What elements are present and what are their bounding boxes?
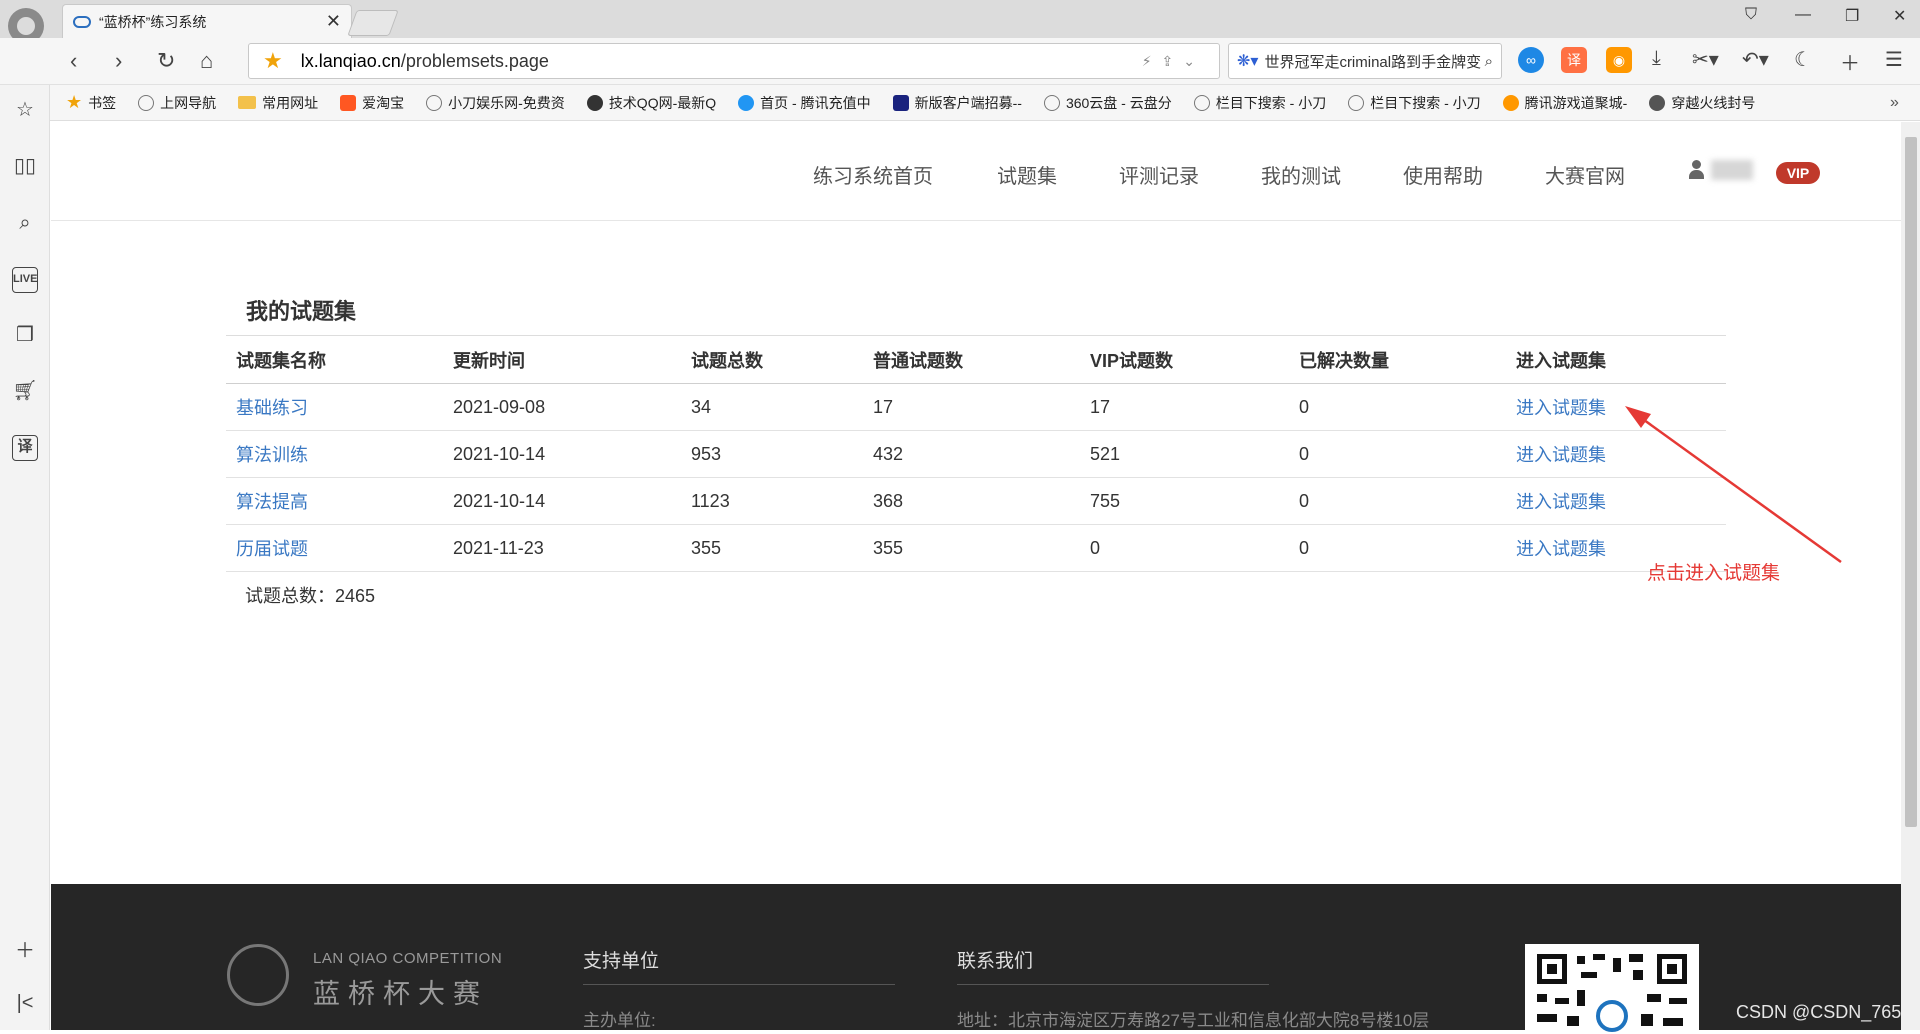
forward-icon[interactable]: › — [115, 48, 122, 74]
sidebar-translate-icon[interactable]: 译 — [12, 435, 38, 461]
tab-close-icon[interactable]: ✕ — [326, 11, 341, 32]
search-text[interactable]: 世界冠军走criminal路到手金牌变 — [1264, 51, 1484, 72]
bookmarks-bar: ★ 书签 上网导航 常用网址 爱淘宝 小刀娱乐网-免费资 技术QQ网-最新Q 首页… — [0, 85, 1920, 121]
globe-icon — [1348, 94, 1365, 111]
page-content: 练习系统首页 试题集 评测记录 我的测试 使用帮助 大赛官网 VIP 我的试题集… — [51, 122, 1902, 1034]
game-cards-icon[interactable]: ❒ — [12, 322, 38, 348]
globe-icon — [1043, 94, 1060, 111]
bookmarks-star-icon: ★ — [66, 92, 83, 112]
bookmark-item[interactable]: 栏目下搜索 - 小刀 — [1193, 93, 1326, 113]
sidebar-collapse-icon[interactable]: |< — [12, 990, 38, 1016]
csdn-watermark: CSDN @CSDN_765 — [1736, 1002, 1902, 1022]
bookmark-item[interactable]: 首页 - 腾讯充值中 — [738, 93, 871, 113]
sidebar-add-icon[interactable]: ＋ — [12, 938, 38, 964]
globe-icon — [426, 94, 443, 111]
search-icon[interactable]: ⌕ — [1485, 53, 1493, 70]
annotation-label: 点击进入试题集 — [1647, 563, 1781, 584]
screenshot-scissors-icon[interactable]: ✂▾ — [1692, 47, 1719, 72]
back-icon[interactable]: ‹ — [70, 48, 77, 74]
scrollbar-thumb[interactable] — [1905, 137, 1917, 827]
bookmark-item[interactable]: 常用网址 — [238, 93, 318, 113]
favorites-star-icon[interactable]: ☆ — [12, 97, 38, 123]
lanqiao-logo-icon — [227, 944, 289, 1006]
footer-divider — [583, 984, 895, 985]
bookmark-item[interactable]: 爱淘宝 — [340, 93, 404, 113]
search-box[interactable]: ❋▾ 世界冠军走criminal路到手金牌变 ⌕ — [1228, 43, 1502, 79]
daojucheng-icon — [1502, 94, 1519, 111]
bookmarks-more-icon[interactable]: » — [1890, 94, 1899, 112]
bookmark-item[interactable]: 栏目下搜索 - 小刀 — [1348, 93, 1481, 113]
footer-support-text: 主办单位: — [583, 1011, 656, 1030]
browser-sidebar: ☆ ▯▯ ⌕ LIVE ❒ 🛒︎ 译 ＋ |< — [0, 85, 50, 1030]
browser-toolbar: ‹ › ↻ ⌂ ★ lx.lanqiao.cn/problemsets.page… — [0, 38, 1920, 85]
qr-code-icon — [1525, 944, 1699, 1034]
address-tools-icons[interactable]: ⚡⇪⌄ — [1142, 53, 1205, 70]
add-icon[interactable]: ＋ — [1840, 47, 1860, 76]
shopping-cart-icon[interactable]: 🛒︎ — [12, 378, 38, 404]
footer-logo-cn: 蓝桥杯大赛 — [313, 979, 488, 1009]
folder-icon — [238, 96, 257, 109]
reload-icon[interactable]: ↻ — [157, 48, 175, 74]
bookmark-item[interactable]: 上网导航 — [138, 93, 216, 113]
extension-translate-icon[interactable]: 译 — [1561, 47, 1587, 73]
new-tab-button[interactable] — [347, 10, 399, 36]
extension-infinity-icon[interactable]: ∞ — [1518, 47, 1544, 73]
bookmark-item[interactable]: 技术QQ网-最新Q — [586, 93, 716, 113]
site-favicon-icon — [73, 15, 91, 28]
bookmark-item[interactable]: 新版客户端招募-- — [892, 93, 1022, 113]
reader-book-icon[interactable]: ▯▯ — [12, 153, 38, 179]
bookmark-star-icon[interactable]: ★ — [263, 48, 283, 74]
restore-icon[interactable]: ❐ — [1845, 6, 1859, 26]
tab-title: “蓝桥杯”练习系统 — [99, 13, 207, 30]
browser-tab-bar: “蓝桥杯”练习系统 ✕ ⛉ — ❐ ✕ — [0, 0, 1920, 44]
baidu-paw-icon[interactable]: ❋▾ — [1237, 51, 1258, 71]
address-bar[interactable]: ★ lx.lanqiao.cn/problemsets.page ⚡⇪⌄ — [248, 43, 1220, 79]
bookmark-item[interactable]: 小刀娱乐网-免费资 — [426, 93, 565, 113]
download-icon[interactable]: ⤓ — [1652, 47, 1661, 70]
address-url[interactable]: lx.lanqiao.cn/problemsets.page — [301, 51, 1142, 72]
footer-divider — [957, 984, 1269, 985]
skin-icon[interactable]: ⛉ — [1745, 6, 1757, 24]
page-scrollbar[interactable] — [1901, 122, 1920, 1030]
bookmark-item[interactable]: 穿越火线封号 — [1649, 93, 1755, 113]
bookmark-item[interactable]: 腾讯游戏道聚城- — [1502, 93, 1627, 113]
taobao-icon — [340, 94, 357, 111]
menu-icon[interactable]: ☰ — [1885, 47, 1903, 72]
footer-contact-title: 联系我们 — [957, 951, 1034, 972]
site-footer: LAN QIAO COMPETITION 蓝桥杯大赛 支持单位 主办单位: 联系… — [51, 884, 1902, 1034]
extension-game-icon[interactable]: ◉ — [1606, 47, 1632, 73]
footer-support-title: 支持单位 — [583, 951, 660, 972]
home-icon[interactable]: ⌂ — [200, 48, 213, 74]
bookmark-item[interactable]: 360云盘 - 云盘分 — [1043, 93, 1172, 113]
qq-icon — [586, 94, 603, 111]
globe-icon — [138, 94, 155, 111]
lol-icon — [892, 94, 909, 111]
tencent-icon — [738, 94, 755, 111]
undo-icon[interactable]: ↶▾ — [1742, 47, 1769, 72]
cf-icon — [1649, 94, 1666, 111]
footer-logo-en: LAN QIAO COMPETITION — [313, 950, 503, 967]
globe-icon — [1193, 94, 1210, 111]
sidebar-search-icon[interactable]: ⌕ — [12, 210, 38, 236]
footer-contact-text: 地址：北京市海淀区万寿路27号工业和信息化部大院8号楼10层 — [957, 1011, 1430, 1030]
minimize-icon[interactable]: — — [1795, 6, 1811, 24]
night-mode-icon[interactable]: ☾ — [1794, 47, 1812, 72]
window-close-icon[interactable]: ✕ — [1893, 6, 1906, 26]
bookmark-item[interactable]: ★ 书签 — [66, 92, 116, 113]
browser-tab-active[interactable]: “蓝桥杯”练习系统 ✕ — [62, 4, 352, 38]
live-icon[interactable]: LIVE — [12, 267, 38, 293]
